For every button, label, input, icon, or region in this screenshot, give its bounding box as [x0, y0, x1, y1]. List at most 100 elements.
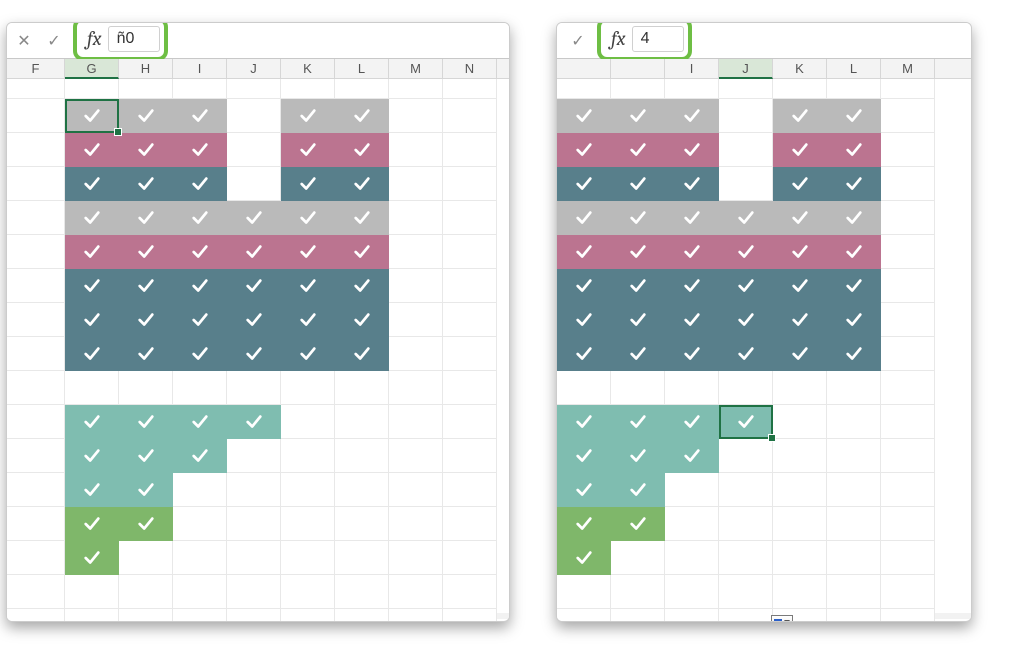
cell[interactable] — [611, 541, 665, 575]
cell[interactable] — [881, 201, 935, 235]
column-header[interactable]: L — [827, 59, 881, 78]
cell[interactable] — [119, 99, 173, 133]
formula-confirm-button[interactable]: ✓ — [41, 28, 67, 54]
cell[interactable] — [557, 541, 611, 575]
column-header[interactable]: G — [65, 59, 119, 79]
cell[interactable] — [611, 269, 665, 303]
cell[interactable] — [773, 269, 827, 303]
cell[interactable] — [827, 609, 881, 622]
cell[interactable] — [65, 439, 119, 473]
cell[interactable] — [557, 235, 611, 269]
cell[interactable] — [227, 303, 281, 337]
cell[interactable] — [227, 439, 281, 473]
cell[interactable] — [65, 269, 119, 303]
cell[interactable] — [7, 609, 65, 622]
cell[interactable] — [173, 575, 227, 609]
cell[interactable] — [65, 167, 119, 201]
cell[interactable] — [719, 507, 773, 541]
cell[interactable] — [665, 269, 719, 303]
cell[interactable] — [227, 473, 281, 507]
cell[interactable] — [611, 133, 665, 167]
column-header[interactable] — [557, 59, 611, 78]
cell[interactable] — [827, 575, 881, 609]
cell[interactable] — [173, 133, 227, 167]
cell[interactable] — [611, 439, 665, 473]
cell[interactable] — [281, 167, 335, 201]
cell[interactable] — [281, 79, 335, 99]
cell[interactable] — [335, 167, 389, 201]
cell[interactable] — [119, 167, 173, 201]
cell[interactable] — [7, 405, 65, 439]
cell[interactable] — [281, 371, 335, 405]
column-header[interactable] — [611, 59, 665, 78]
cell[interactable] — [881, 371, 935, 405]
cell[interactable] — [389, 507, 443, 541]
cell[interactable] — [443, 541, 497, 575]
cell[interactable] — [773, 507, 827, 541]
cell[interactable] — [281, 541, 335, 575]
cell[interactable] — [389, 133, 443, 167]
cell[interactable] — [719, 337, 773, 371]
cell[interactable] — [719, 201, 773, 235]
cell[interactable] — [119, 541, 173, 575]
cell[interactable] — [827, 167, 881, 201]
cell[interactable] — [65, 235, 119, 269]
cell[interactable] — [227, 235, 281, 269]
cell[interactable] — [65, 507, 119, 541]
cell[interactable] — [227, 167, 281, 201]
column-header[interactable]: J — [227, 59, 281, 78]
cell[interactable] — [557, 167, 611, 201]
cell[interactable] — [335, 133, 389, 167]
cell[interactable] — [557, 473, 611, 507]
cell[interactable] — [119, 439, 173, 473]
cell[interactable] — [443, 371, 497, 405]
cell[interactable] — [389, 609, 443, 622]
cell[interactable] — [281, 609, 335, 622]
cell[interactable] — [557, 133, 611, 167]
cell[interactable] — [389, 575, 443, 609]
cell[interactable] — [65, 609, 119, 622]
cell[interactable] — [827, 541, 881, 575]
column-header[interactable]: J — [719, 59, 773, 79]
cell[interactable] — [227, 201, 281, 235]
cell[interactable] — [65, 303, 119, 337]
cell[interactable] — [611, 303, 665, 337]
cell[interactable] — [665, 201, 719, 235]
cell[interactable] — [227, 79, 281, 99]
column-header[interactable]: H — [119, 59, 173, 78]
cell[interactable] — [443, 609, 497, 622]
cell[interactable] — [773, 79, 827, 99]
cell[interactable] — [881, 507, 935, 541]
cell[interactable] — [119, 79, 173, 99]
cell[interactable] — [443, 269, 497, 303]
cell[interactable] — [119, 235, 173, 269]
cell[interactable] — [65, 541, 119, 575]
cell[interactable] — [335, 201, 389, 235]
cell[interactable] — [665, 133, 719, 167]
cell[interactable] — [557, 405, 611, 439]
cell[interactable] — [881, 541, 935, 575]
cell[interactable] — [881, 405, 935, 439]
cell[interactable] — [611, 405, 665, 439]
cell[interactable] — [719, 167, 773, 201]
cell[interactable] — [443, 79, 497, 99]
cell[interactable] — [611, 167, 665, 201]
cell[interactable] — [281, 473, 335, 507]
autofill-options-button[interactable] — [771, 615, 793, 622]
cell[interactable] — [665, 507, 719, 541]
cell[interactable] — [281, 201, 335, 235]
cell[interactable] — [7, 439, 65, 473]
cell[interactable] — [7, 235, 65, 269]
cell[interactable] — [281, 269, 335, 303]
cell[interactable] — [827, 235, 881, 269]
cell[interactable] — [119, 405, 173, 439]
cell[interactable] — [335, 575, 389, 609]
cell-grid[interactable] — [557, 79, 971, 619]
cell[interactable] — [665, 79, 719, 99]
cell[interactable] — [227, 99, 281, 133]
column-header[interactable]: M — [389, 59, 443, 78]
cell[interactable] — [557, 507, 611, 541]
cell[interactable] — [443, 575, 497, 609]
cell[interactable] — [281, 99, 335, 133]
cell[interactable] — [389, 269, 443, 303]
